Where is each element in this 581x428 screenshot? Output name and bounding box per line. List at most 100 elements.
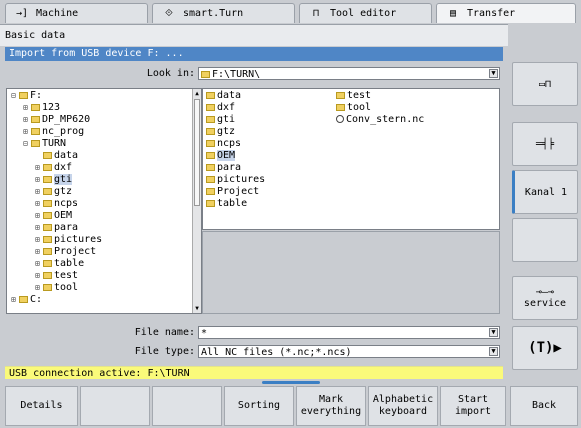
mark-everything-button[interactable]: Mark everything bbox=[296, 386, 366, 426]
start-import-button[interactable]: Start import bbox=[440, 386, 506, 426]
tree-item[interactable]: ⊞ nc_prog bbox=[23, 126, 84, 138]
expand-icon[interactable]: ⊞ bbox=[11, 294, 19, 306]
tab-transfer[interactable]: ▤ Transfer bbox=[436, 3, 576, 23]
folder-icon bbox=[206, 152, 215, 159]
file-list-item[interactable]: Conv_stern.nc bbox=[336, 114, 424, 126]
folder-icon bbox=[31, 128, 40, 135]
softkey-tool[interactable]: ═╡╞ bbox=[512, 122, 578, 166]
basic-data-header: Basic data bbox=[0, 24, 508, 46]
file-list-label: OEM bbox=[217, 150, 236, 161]
tree-item[interactable]: ⊞ table bbox=[35, 258, 84, 270]
file-list-item[interactable]: gtz bbox=[206, 126, 235, 138]
tree-item[interactable]: ⊞ test bbox=[35, 270, 78, 282]
chevron-down-icon[interactable]: ▼ bbox=[489, 347, 498, 356]
expand-icon[interactable]: ⊞ bbox=[35, 246, 43, 258]
expand-icon[interactable]: ⊟ bbox=[11, 90, 19, 102]
file-list-item[interactable]: ncps bbox=[206, 138, 241, 150]
chevron-down-icon[interactable]: ▼ bbox=[489, 69, 498, 78]
tree-scrollbar[interactable]: ▲ ▼ bbox=[192, 89, 201, 313]
scroll-down-icon[interactable]: ▼ bbox=[193, 304, 201, 313]
tree-item[interactable]: ⊞ C: bbox=[11, 294, 42, 306]
scroll-up-icon[interactable]: ▲ bbox=[193, 89, 201, 98]
expand-icon[interactable]: ⊞ bbox=[23, 126, 31, 138]
expand-icon[interactable]: ⊞ bbox=[23, 114, 31, 126]
expand-icon[interactable]: ⊞ bbox=[23, 102, 31, 114]
chevron-down-icon[interactable]: ▼ bbox=[489, 328, 498, 337]
tree-item[interactable]: ⊞ ncps bbox=[35, 198, 78, 210]
preview-area bbox=[202, 231, 500, 314]
look-in-combo[interactable]: F:\TURN\ ▼ bbox=[198, 67, 500, 80]
file-list-item[interactable]: pictures bbox=[206, 174, 265, 186]
tree-item-label: nc_prog bbox=[42, 126, 85, 137]
wrench-icon: ⊸—⊸ bbox=[535, 287, 555, 298]
expand-icon[interactable]: ⊞ bbox=[35, 282, 43, 294]
back-button[interactable]: Back bbox=[510, 386, 578, 426]
tree-item-label: DP_MP620 bbox=[42, 114, 91, 125]
file-list-item[interactable]: OEM bbox=[206, 150, 236, 162]
expand-icon[interactable]: ⊞ bbox=[35, 258, 43, 270]
tree-item[interactable]: ⊞ OEM bbox=[35, 210, 72, 222]
expand-icon[interactable]: ⊞ bbox=[35, 162, 43, 174]
expand-icon[interactable]: ⊞ bbox=[35, 198, 43, 210]
expand-icon[interactable]: ⊞ bbox=[35, 222, 43, 234]
details-button[interactable]: Details bbox=[5, 386, 78, 426]
softkey-empty-2[interactable] bbox=[152, 386, 222, 426]
folder-icon bbox=[43, 176, 52, 183]
softkey-tool-table[interactable]: (T)▶ bbox=[512, 326, 578, 370]
tab-tool-editor[interactable]: ⊓ Tool editor bbox=[299, 3, 432, 23]
expand-icon[interactable]: ⊞ bbox=[35, 210, 43, 222]
tree-item-label: ncps bbox=[54, 198, 79, 209]
tool-icon: ═╡╞ bbox=[535, 138, 555, 150]
tree-item[interactable]: ⊟ F: bbox=[11, 90, 42, 102]
nc-file-icon bbox=[336, 115, 344, 123]
expand-icon[interactable]: ⊞ bbox=[35, 186, 43, 198]
file-list[interactable]: data dxf gti gtz ncps OEM para pictures Project t… bbox=[202, 88, 500, 230]
expand-icon[interactable]: ⊟ bbox=[23, 138, 31, 150]
tab-smart-turn[interactable]: ⟐ smart.Turn bbox=[152, 3, 295, 23]
tree-item[interactable]: ⊞ tool bbox=[35, 282, 78, 294]
softkey-empty-right[interactable] bbox=[512, 218, 578, 262]
expand-icon[interactable]: ⊞ bbox=[35, 234, 43, 246]
folder-icon bbox=[336, 92, 345, 99]
scroll-thumb[interactable] bbox=[194, 99, 200, 206]
file-name-combo[interactable]: * ▼ bbox=[198, 326, 500, 339]
sorting-button[interactable]: Sorting bbox=[224, 386, 294, 426]
file-list-label: dxf bbox=[217, 102, 236, 113]
expand-icon[interactable]: ⊞ bbox=[35, 270, 43, 282]
file-list-item[interactable]: Project bbox=[206, 186, 259, 198]
folder-icon bbox=[206, 140, 215, 147]
tab-machine[interactable]: →] Machine bbox=[5, 3, 148, 23]
tree-item-label: table bbox=[54, 258, 85, 269]
tree-item[interactable]: ⊞ pictures bbox=[35, 234, 102, 246]
file-type-value: All NC files (*.nc;*.ncs) bbox=[201, 347, 352, 358]
file-list-item[interactable]: dxf bbox=[206, 102, 235, 114]
folder-tree[interactable]: ⊟ F: ⊞ 123 ⊞ DP_MP620 ⊞ nc_prog ⊟ TURN data ⊞ dxf ⊞ gt… bbox=[6, 88, 202, 314]
file-type-combo[interactable]: All NC files (*.nc;*.ncs) ▼ bbox=[198, 345, 500, 358]
file-list-label: test bbox=[347, 90, 372, 101]
folder-icon bbox=[206, 116, 215, 123]
tree-item[interactable]: ⊟ TURN bbox=[23, 138, 66, 150]
expand-icon[interactable]: ⊞ bbox=[35, 174, 43, 186]
tree-item-label: dxf bbox=[54, 162, 73, 173]
file-list-item[interactable]: data bbox=[206, 90, 241, 102]
status-bar: USB connection active: F:\TURN bbox=[5, 366, 503, 379]
tree-item[interactable]: ⊞ DP_MP620 bbox=[23, 114, 90, 126]
softkey-service[interactable]: ⊸—⊸ service bbox=[512, 276, 578, 320]
tree-item[interactable]: ⊞ gti bbox=[35, 174, 73, 186]
file-list-item[interactable]: table bbox=[206, 198, 247, 210]
tree-item[interactable]: ⊞ Project bbox=[35, 246, 96, 258]
tree-item[interactable]: ⊞ gtz bbox=[35, 186, 72, 198]
file-list-item[interactable]: test bbox=[336, 90, 371, 102]
tree-item[interactable]: ⊞ dxf bbox=[35, 162, 72, 174]
tree-item[interactable]: ⊞ para bbox=[35, 222, 78, 234]
alphabetic-keyboard-button[interactable]: Alphabetic keyboard bbox=[368, 386, 438, 426]
softkey-empty-1[interactable] bbox=[80, 386, 150, 426]
file-list-item[interactable]: tool bbox=[336, 102, 371, 114]
softkey-machine-view[interactable]: ▭⊓ bbox=[512, 62, 578, 106]
softkey-kanal-1[interactable]: Kanal 1 bbox=[512, 170, 578, 214]
folder-icon bbox=[43, 224, 52, 231]
file-list-item[interactable]: para bbox=[206, 162, 241, 174]
file-list-item[interactable]: gti bbox=[206, 114, 235, 126]
tree-item[interactable]: ⊞ 123 bbox=[23, 102, 60, 114]
tree-item[interactable]: data bbox=[35, 150, 78, 162]
